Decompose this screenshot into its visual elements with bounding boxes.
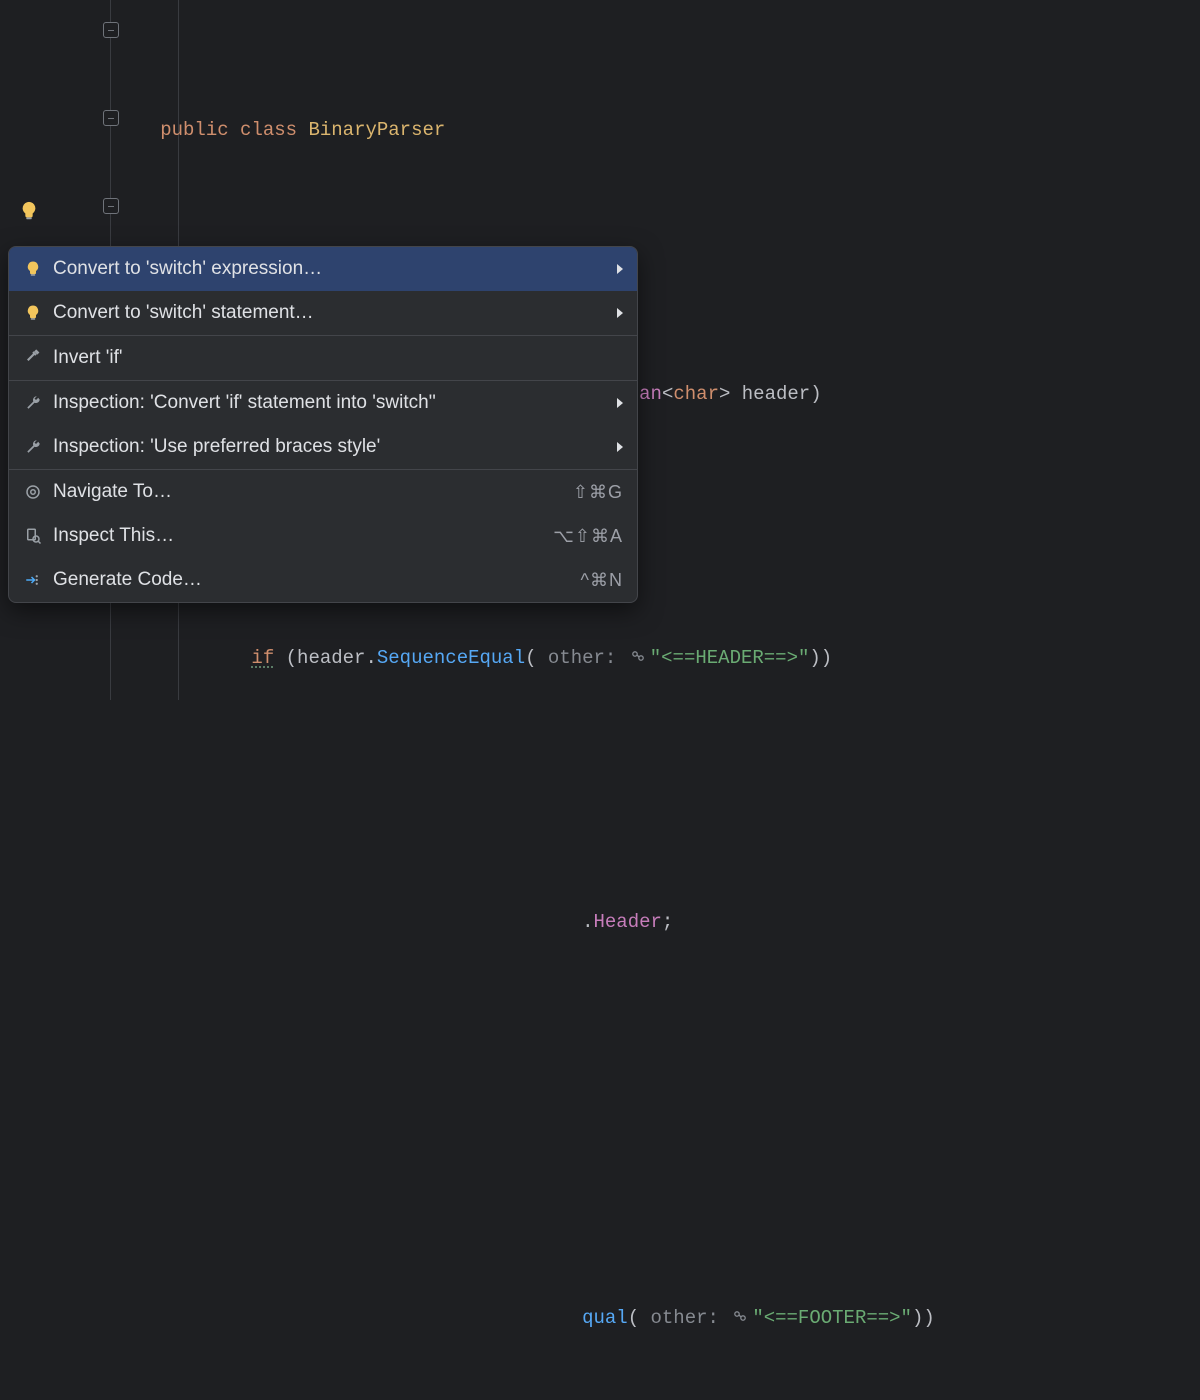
bulb-yellow-icon	[23, 259, 43, 279]
fold-handle[interactable]	[103, 198, 119, 214]
code-line	[126, 1164, 935, 1208]
menu-item-label: Convert to 'switch' expression…	[53, 258, 322, 280]
code-line	[126, 1032, 935, 1076]
generate-icon	[23, 570, 43, 590]
menu-item[interactable]: Generate Code… ^⌘N	[9, 558, 637, 602]
code-line: qual( other: "<==FOOTER==>"))	[126, 1296, 935, 1340]
bulb-yellow-icon	[23, 303, 43, 323]
chevron-right-icon	[617, 398, 623, 408]
hammer-icon	[23, 348, 43, 368]
inspect-icon	[23, 526, 43, 546]
menu-item-label: Generate Code…	[53, 569, 202, 591]
string-hint-icon	[732, 1308, 748, 1324]
menu-shortcut: ⌥⇧⌘A	[553, 526, 623, 547]
wrench-icon	[23, 393, 43, 413]
chevron-right-icon	[617, 308, 623, 318]
code-line: .Header;	[126, 900, 935, 944]
menu-shortcut: ^⌘N	[581, 570, 623, 591]
code-block[interactable]: public class BinaryParser { public Field…	[126, 20, 935, 1400]
menu-item[interactable]: Navigate To… ⇧⌘G	[9, 470, 637, 514]
menu-item-label: Convert to 'switch' statement…	[53, 302, 314, 324]
code-line	[126, 768, 935, 812]
code-line: if (header.SequenceEqual( other: "<==HEA…	[126, 636, 935, 680]
menu-item[interactable]: Inspection: 'Convert 'if' statement into…	[9, 381, 637, 425]
code-line: public class BinaryParser	[126, 108, 935, 152]
menu-item[interactable]: Convert to 'switch' statement…	[9, 291, 637, 335]
menu-item[interactable]: Invert 'if'	[9, 336, 637, 380]
menu-item[interactable]: Inspection: 'Use preferred braces style'	[9, 425, 637, 469]
menu-item-label: Invert 'if'	[53, 347, 123, 369]
menu-item[interactable]: Inspect This… ⌥⇧⌘A	[9, 514, 637, 558]
menu-item[interactable]: Convert to 'switch' expression…	[9, 247, 637, 291]
lightbulb-icon[interactable]	[18, 200, 40, 222]
target-icon	[23, 482, 43, 502]
code-editor[interactable]: public class BinaryParser { public Field…	[0, 0, 1200, 700]
menu-item-label: Inspect This…	[53, 525, 174, 547]
menu-item-label: Navigate To…	[53, 481, 172, 503]
menu-item-label: Inspection: 'Use preferred braces style'	[53, 436, 380, 458]
menu-item-label: Inspection: 'Convert 'if' statement into…	[53, 392, 436, 414]
menu-shortcut: ⇧⌘G	[573, 482, 623, 503]
chevron-right-icon	[617, 264, 623, 274]
chevron-right-icon	[617, 442, 623, 452]
fold-handle[interactable]	[103, 110, 119, 126]
fold-handle[interactable]	[103, 22, 119, 38]
quick-fix-menu: Convert to 'switch' expression… Convert t…	[8, 246, 638, 603]
wrench-icon	[23, 437, 43, 457]
string-hint-icon	[630, 648, 646, 664]
